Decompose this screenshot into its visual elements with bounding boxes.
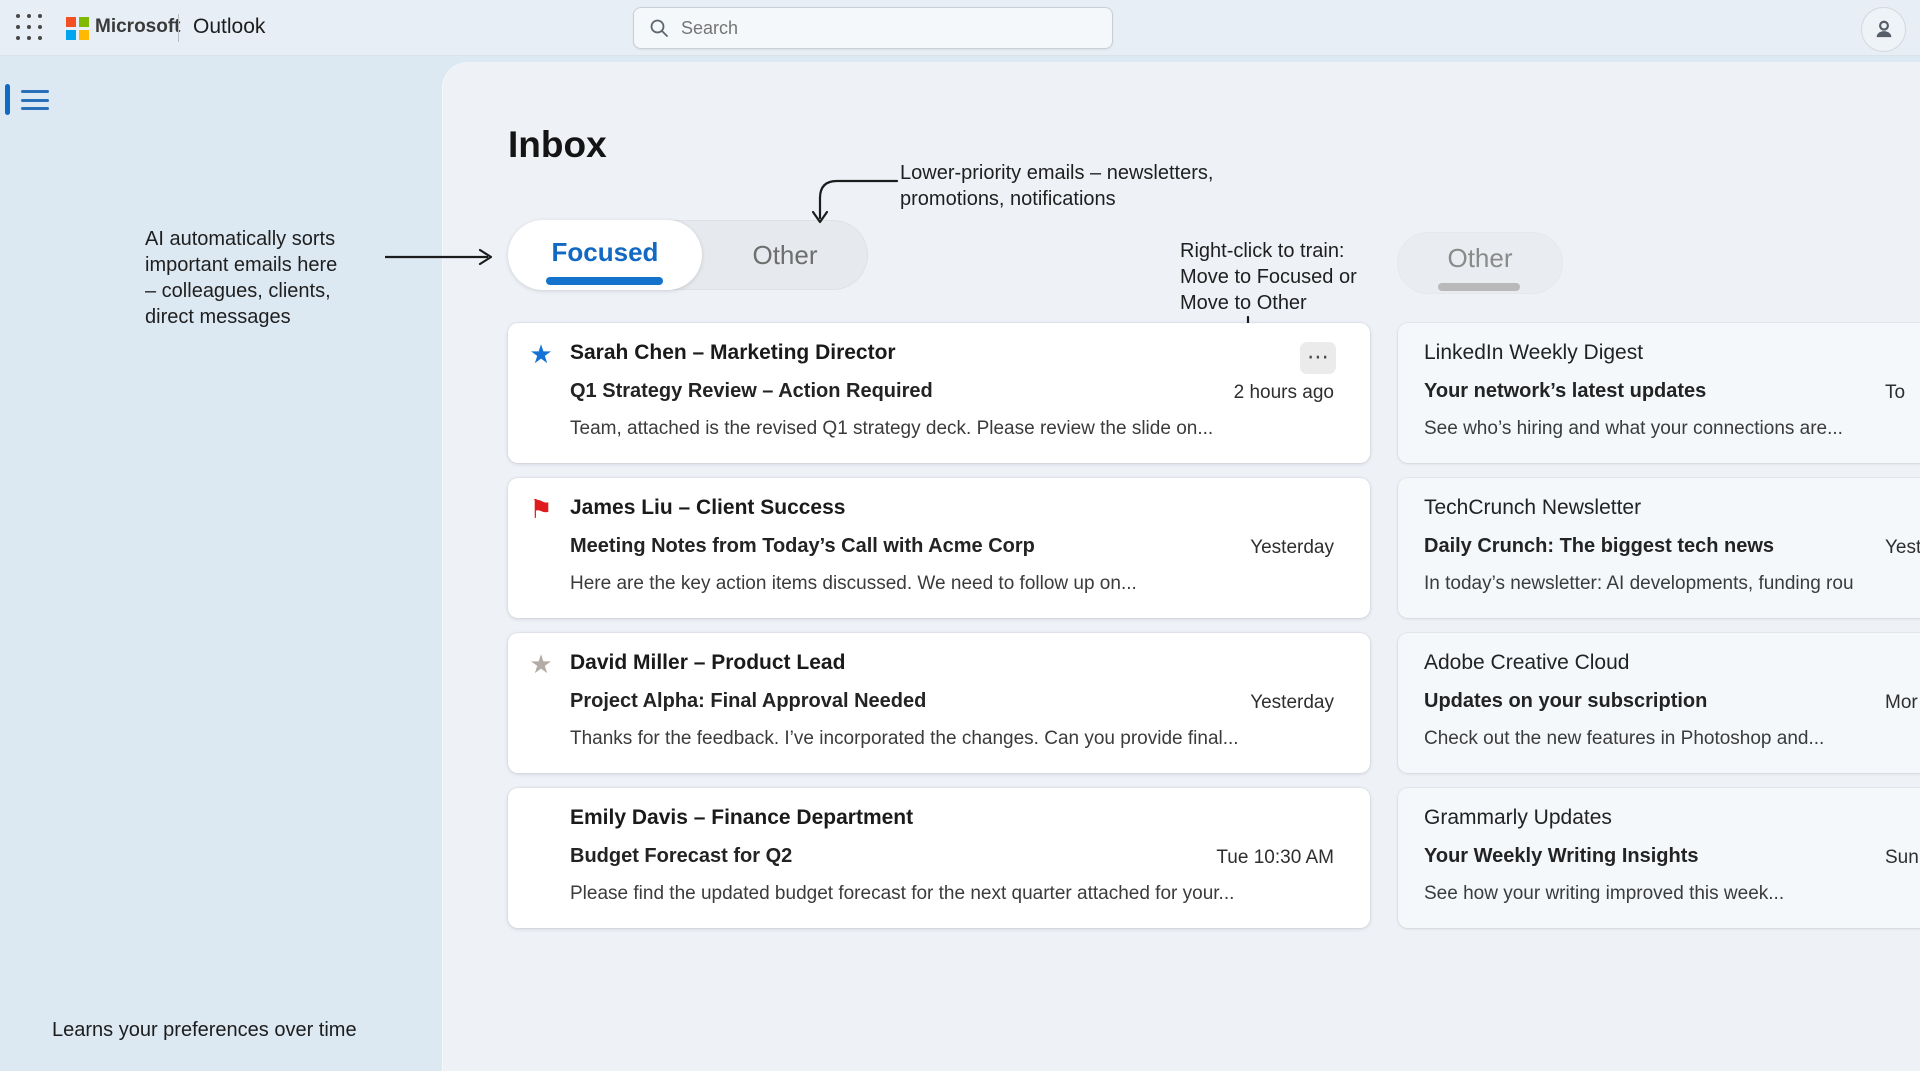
star-icon[interactable]: ★: [526, 649, 556, 679]
annotation-other-explainer: Lower-priority emails – newsletters, pro…: [900, 160, 1280, 212]
annotation-learns-preferences: Learns your preferences over time: [52, 1019, 357, 1042]
outlook-focused-inbox-screen: Microsoft Outlook AI automatically sorts…: [0, 0, 1920, 1071]
email-timestamp: 2 hours ago: [1234, 382, 1334, 404]
email-preview: See who’s hiring and what your connectio…: [1424, 418, 1843, 440]
email-preview: Check out the new features in Photoshop …: [1424, 728, 1824, 750]
tab-other-label: Other: [752, 240, 817, 271]
email-subject: Your Weekly Writing Insights: [1424, 845, 1698, 868]
arrow-to-other-tab: [805, 170, 905, 232]
email-sender: David Miller – Product Lead: [570, 651, 845, 675]
tab-focused-underline: [546, 277, 663, 285]
search-icon: [649, 18, 669, 38]
other-email-card-techcrunch[interactable]: TechCrunch Newsletter Daily Crunch: The …: [1398, 478, 1920, 618]
tab-focused-label: Focused: [552, 237, 659, 268]
email-sender: Adobe Creative Cloud: [1424, 651, 1629, 675]
email-timestamp: Mor: [1885, 692, 1918, 714]
page-title: Inbox: [508, 124, 607, 166]
email-subject: Meeting Notes from Today’s Call with Acm…: [570, 535, 1035, 558]
tab-other-column-label: Other: [1447, 243, 1512, 274]
focused-email-card-james-liu[interactable]: ⚑ James Liu – Client Success Meeting Not…: [508, 478, 1370, 618]
email-preview: Thanks for the feedback. I’ve incorporat…: [570, 728, 1239, 750]
star-icon[interactable]: ★: [526, 339, 556, 369]
email-timestamp: Sun: [1885, 847, 1919, 869]
account-button[interactable]: [1861, 7, 1906, 52]
email-preview: Please find the updated budget forecast …: [570, 883, 1234, 905]
email-timestamp: To: [1885, 382, 1905, 404]
tab-other-column-underline: [1438, 283, 1520, 291]
outlook-app-label[interactable]: Outlook: [193, 15, 265, 39]
other-email-card-linkedin[interactable]: LinkedIn Weekly Digest Your network’s la…: [1398, 323, 1920, 463]
tab-other-column[interactable]: Other: [1397, 232, 1563, 294]
email-sender: Sarah Chen – Marketing Director: [570, 341, 896, 365]
focused-email-card-david-miller[interactable]: ★ David Miller – Product Lead Project Al…: [508, 633, 1370, 773]
email-preview: In today’s newsletter: AI developments, …: [1424, 573, 1854, 595]
hamburger-menu-icon[interactable]: [21, 90, 49, 110]
email-sender: James Liu – Client Success: [570, 496, 845, 520]
email-sender: LinkedIn Weekly Digest: [1424, 341, 1643, 365]
annotation-focused-explainer: AI automatically sorts important emails …: [145, 226, 390, 330]
header-divider: [178, 14, 179, 42]
email-timestamp: Yesterday: [1250, 537, 1334, 559]
email-sender: Emily Davis – Finance Department: [570, 806, 913, 830]
search-bar[interactable]: [633, 7, 1113, 49]
focused-email-card-emily-davis[interactable]: Emily Davis – Finance Department Budget …: [508, 788, 1370, 928]
email-subject: Project Alpha: Final Approval Needed: [570, 690, 926, 713]
email-sender: TechCrunch Newsletter: [1424, 496, 1641, 520]
microsoft-wordmark[interactable]: Microsoft: [95, 16, 181, 38]
person-icon: [1871, 17, 1897, 43]
email-preview: Here are the key action items discussed.…: [570, 573, 1137, 595]
email-timestamp: Tue 10:30 AM: [1216, 847, 1334, 869]
email-subject: Your network’s latest updates: [1424, 380, 1706, 403]
email-timestamp: Yest: [1885, 537, 1920, 559]
annotation-train-explainer: Right-click to train: Move to Focused or…: [1180, 238, 1400, 316]
more-options-button[interactable]: ⋯: [1300, 342, 1336, 374]
email-subject: Daily Crunch: The biggest tech news: [1424, 535, 1774, 558]
other-email-card-adobe[interactable]: Adobe Creative Cloud Updates on your sub…: [1398, 633, 1920, 773]
email-subject: Updates on your subscription: [1424, 690, 1707, 713]
other-email-card-grammarly[interactable]: Grammarly Updates Your Weekly Writing In…: [1398, 788, 1920, 928]
microsoft-logo-icon[interactable]: [66, 17, 89, 40]
flag-icon[interactable]: ⚑: [526, 494, 556, 524]
app-launcher-icon[interactable]: [16, 14, 44, 42]
tab-focused[interactable]: Focused: [508, 220, 702, 290]
top-bar: Microsoft Outlook: [0, 0, 1920, 56]
email-preview: Team, attached is the revised Q1 strateg…: [570, 418, 1213, 440]
nav-accent-bar: [5, 84, 10, 115]
search-input[interactable]: [681, 18, 1061, 39]
email-preview: See how your writing improved this week.…: [1424, 883, 1784, 905]
email-subject: Budget Forecast for Q2: [570, 845, 792, 868]
email-timestamp: Yesterday: [1250, 692, 1334, 714]
email-sender: Grammarly Updates: [1424, 806, 1612, 830]
focused-email-card-sarah-chen[interactable]: ★ Sarah Chen – Marketing Director Q1 Str…: [508, 323, 1370, 463]
arrow-to-focused-tab: [383, 244, 501, 270]
email-subject: Q1 Strategy Review – Action Required: [570, 380, 933, 403]
